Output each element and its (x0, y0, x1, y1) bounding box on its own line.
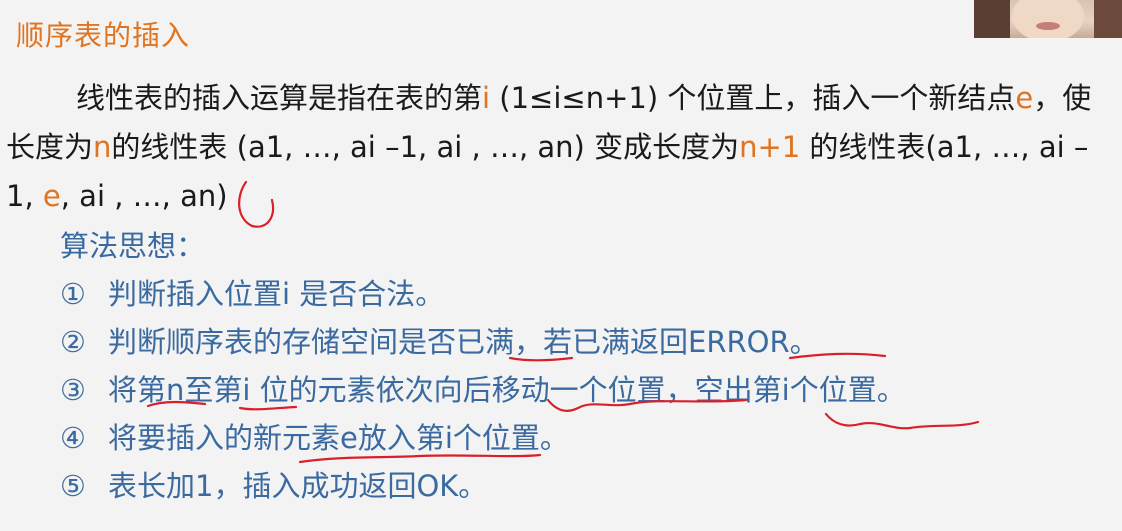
algorithm-step: ② 判断顺序表的存储空间是否已满，若已满返回ERROR。 (60, 318, 906, 366)
definition-paragraph: 线性表的插入运算是指在表的第i (1≤i≤n+1) 个位置上，插入一个新结点e，… (6, 74, 1116, 221)
algorithm-step: ④ 将要插入的新元素e放入第i个位置。 (60, 414, 906, 462)
algorithm-step: ⑤ 表长加1，插入成功返回OK。 (60, 462, 906, 510)
step-text: 表长加1，插入成功返回OK。 (108, 469, 488, 503)
para-text: 的线性表 (a1, …, ai –1, ai , …, an) 变成长度为 (111, 130, 740, 164)
step-number: ⑤ (60, 469, 86, 503)
slide-title: 顺序表的插入 (16, 19, 191, 52)
algorithm-heading: 算法思想： (60, 229, 206, 263)
step-number: ① (60, 277, 86, 311)
step-number: ④ (60, 421, 86, 455)
slide: 顺序表的插入 线性表的插入运算是指在表的第i (1≤i≤n+1) 个位置上，插入… (0, 0, 1122, 531)
step-number: ② (60, 325, 86, 359)
webcam-thumbnail (974, 0, 1122, 38)
para-var-n: n (93, 130, 112, 164)
para-text: , ai , …, an) (60, 179, 228, 213)
algorithm-section: 算法思想： ① 判断插入位置i 是否合法。 ② 判断顺序表的存储空间是否已满，若已满… (60, 222, 906, 510)
step-text: 判断插入位置i 是否合法。 (108, 277, 445, 311)
step-text: 将第n至第i 位的元素依次向后移动一个位置，空出第i个位置。 (108, 373, 906, 407)
para-text: (1≤i≤n+1) 个位置上，插入一个新结点 (490, 81, 1016, 115)
para-var-e-inserted: e (42, 179, 61, 213)
algorithm-step: ① 判断插入位置i 是否合法。 (60, 270, 906, 318)
step-text: 将要插入的新元素e放入第i个位置。 (108, 421, 569, 455)
para-var-n-plus-1: n+1 (739, 130, 801, 164)
para-text: 线性表的插入运算是指在表的第 (76, 81, 483, 115)
para-var-e: e (1015, 81, 1034, 115)
para-var-i: i (482, 81, 491, 115)
step-text: 判断顺序表的存储空间是否已满，若已满返回ERROR。 (108, 325, 819, 359)
algorithm-step: ③ 将第n至第i 位的元素依次向后移动一个位置，空出第i个位置。 (60, 366, 906, 414)
step-number: ③ (60, 373, 86, 407)
